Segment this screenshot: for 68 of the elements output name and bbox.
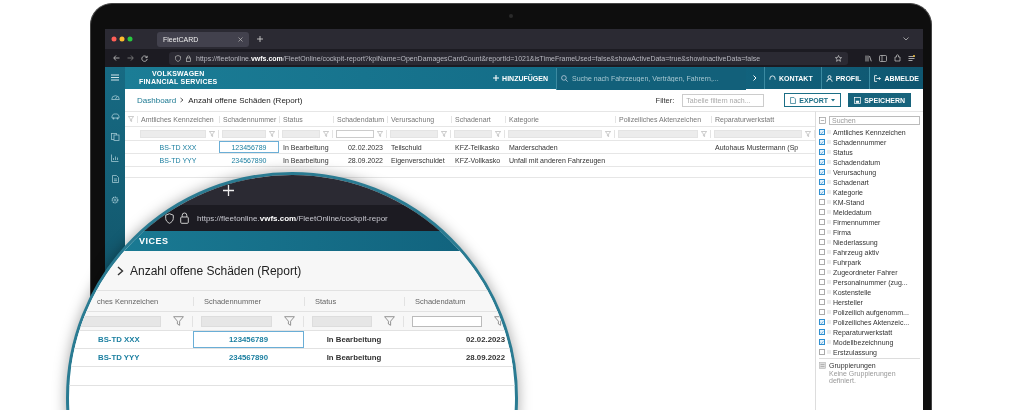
checkbox[interactable] xyxy=(819,239,825,245)
filter-icon[interactable] xyxy=(384,316,395,326)
column-filter-field[interactable] xyxy=(412,315,482,327)
chevron-right-icon xyxy=(117,265,124,276)
search-icon xyxy=(561,74,568,82)
breadcrumb-link[interactable]: Dashboard xyxy=(137,95,177,105)
checkbox[interactable] xyxy=(819,319,825,325)
window-controls-icon[interactable] xyxy=(111,36,133,42)
lock-icon xyxy=(180,212,189,224)
document-icon xyxy=(790,96,797,104)
checkbox[interactable] xyxy=(819,139,825,145)
library-icon[interactable] xyxy=(865,54,872,62)
checkbox[interactable] xyxy=(819,279,825,285)
checkbox[interactable] xyxy=(819,229,825,235)
menu-icon[interactable] xyxy=(908,54,915,62)
person-icon xyxy=(825,74,833,82)
shield-icon xyxy=(165,212,174,224)
page-title: Anzahl offene Schäden (Report) xyxy=(188,95,303,105)
forward-icon[interactable] xyxy=(127,55,134,61)
column-filter-field[interactable] xyxy=(201,315,272,327)
checkbox[interactable] xyxy=(819,269,825,275)
back-icon[interactable] xyxy=(113,55,120,61)
sidebar-icon[interactable] xyxy=(879,54,887,62)
filter-icon[interactable] xyxy=(284,316,295,326)
lock-icon xyxy=(186,54,191,62)
car-icon[interactable] xyxy=(110,113,120,120)
star-icon[interactable] xyxy=(835,54,842,62)
checkbox[interactable] xyxy=(819,129,825,135)
checkbox[interactable] xyxy=(819,149,825,155)
checkbox[interactable] xyxy=(819,169,825,175)
brand-logo-text: VICES xyxy=(139,236,169,246)
column-filter-field[interactable] xyxy=(336,129,374,138)
checkbox[interactable] xyxy=(819,159,825,165)
checkbox[interactable] xyxy=(819,339,825,345)
column-filter-field[interactable] xyxy=(312,315,372,327)
logout-icon xyxy=(874,74,882,82)
checkbox[interactable] xyxy=(819,249,825,255)
collapse-icon[interactable] xyxy=(819,117,826,124)
checkbox[interactable] xyxy=(819,209,825,215)
close-icon[interactable] xyxy=(238,36,243,42)
checkbox[interactable] xyxy=(819,349,825,355)
checkbox[interactable] xyxy=(819,289,825,295)
checkbox[interactable] xyxy=(819,199,825,205)
checkbox[interactable] xyxy=(819,309,825,315)
chevron-right-icon[interactable] xyxy=(753,75,757,81)
plus-icon xyxy=(493,75,500,81)
plus-icon[interactable] xyxy=(257,36,263,42)
checkbox[interactable] xyxy=(819,299,825,305)
checkbox[interactable] xyxy=(819,179,825,185)
settings-icon[interactable] xyxy=(111,196,119,204)
chevron-down-icon[interactable] xyxy=(903,37,909,41)
page-title: Anzahl offene Schäden (Report) xyxy=(130,263,302,278)
plus-icon[interactable] xyxy=(223,184,234,196)
checkbox[interactable] xyxy=(819,259,825,265)
documents-icon[interactable] xyxy=(110,133,120,141)
checkbox[interactable] xyxy=(819,219,825,225)
bar-chart-icon[interactable] xyxy=(111,154,119,162)
address-bar-text[interactable]: https://fleetonline.vwfs.com/FleetOnline/cockpit-repor xyxy=(197,213,388,223)
filter-icon[interactable] xyxy=(173,316,184,326)
shield-icon xyxy=(175,54,181,62)
gauge-icon[interactable] xyxy=(110,94,120,100)
chevron-right-icon xyxy=(180,97,185,103)
caret-icon xyxy=(831,98,836,102)
checkbox[interactable] xyxy=(819,329,825,335)
group-icon xyxy=(819,362,826,369)
document-icon[interactable] xyxy=(111,175,119,183)
reload-icon[interactable] xyxy=(141,54,148,62)
checkbox[interactable] xyxy=(819,189,825,195)
